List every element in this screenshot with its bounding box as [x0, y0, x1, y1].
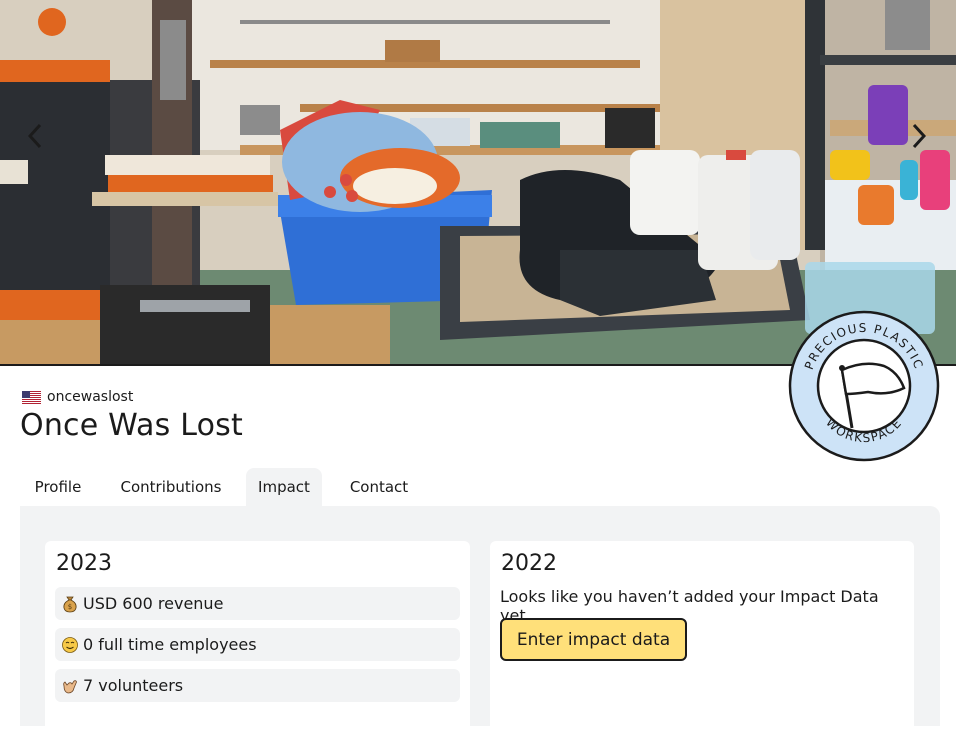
chevron-left-icon: [28, 123, 42, 149]
tab-profile[interactable]: Profile: [20, 468, 96, 506]
impact-panel: 2023 $ USD 600 revenue 0 full time emplo…: [20, 506, 940, 741]
impact-year-title: 2023: [56, 551, 112, 576]
shaka-hand-icon: [63, 679, 77, 693]
svg-text:$: $: [68, 603, 72, 611]
impact-stat-text: USD 600 revenue: [83, 594, 224, 613]
impact-card-2022: 2022 Looks like you haven’t added your I…: [490, 541, 914, 741]
impact-year-title: 2022: [501, 551, 557, 576]
impact-card-2023: 2023 $ USD 600 revenue 0 full time emplo…: [45, 541, 470, 741]
smiley-icon: [62, 636, 78, 653]
impact-stat-employees: 0 full time employees: [55, 628, 460, 661]
profile-tabs: Profile Contributions Impact Contact: [20, 468, 436, 506]
impact-stat-text: 0 full time employees: [83, 635, 257, 654]
tab-contributions[interactable]: Contributions: [96, 468, 246, 506]
username-link[interactable]: oncewaslost: [47, 389, 133, 405]
carousel-next-button[interactable]: [904, 118, 934, 154]
chevron-right-icon: [912, 123, 926, 149]
impact-stat-text: 7 volunteers: [83, 676, 184, 695]
workspace-type-badge: PRECIOUS PLASTIC WORKSPACE: [788, 310, 940, 462]
enter-impact-data-button[interactable]: Enter impact data: [500, 618, 687, 661]
money-bag-icon: $: [63, 596, 77, 612]
tab-impact[interactable]: Impact: [246, 468, 322, 506]
impact-stat-revenue: $ USD 600 revenue: [55, 587, 460, 620]
page-title: Once Was Lost: [20, 408, 243, 443]
precious-plastic-workspace-logo: PRECIOUS PLASTIC WORKSPACE: [788, 310, 940, 462]
carousel-previous-button[interactable]: [20, 118, 50, 154]
us-flag-icon: [22, 390, 41, 404]
tab-contact[interactable]: Contact: [322, 468, 436, 506]
impact-stat-volunteers: 7 volunteers: [55, 669, 460, 702]
workspace-user-row: oncewaslost: [22, 389, 133, 405]
